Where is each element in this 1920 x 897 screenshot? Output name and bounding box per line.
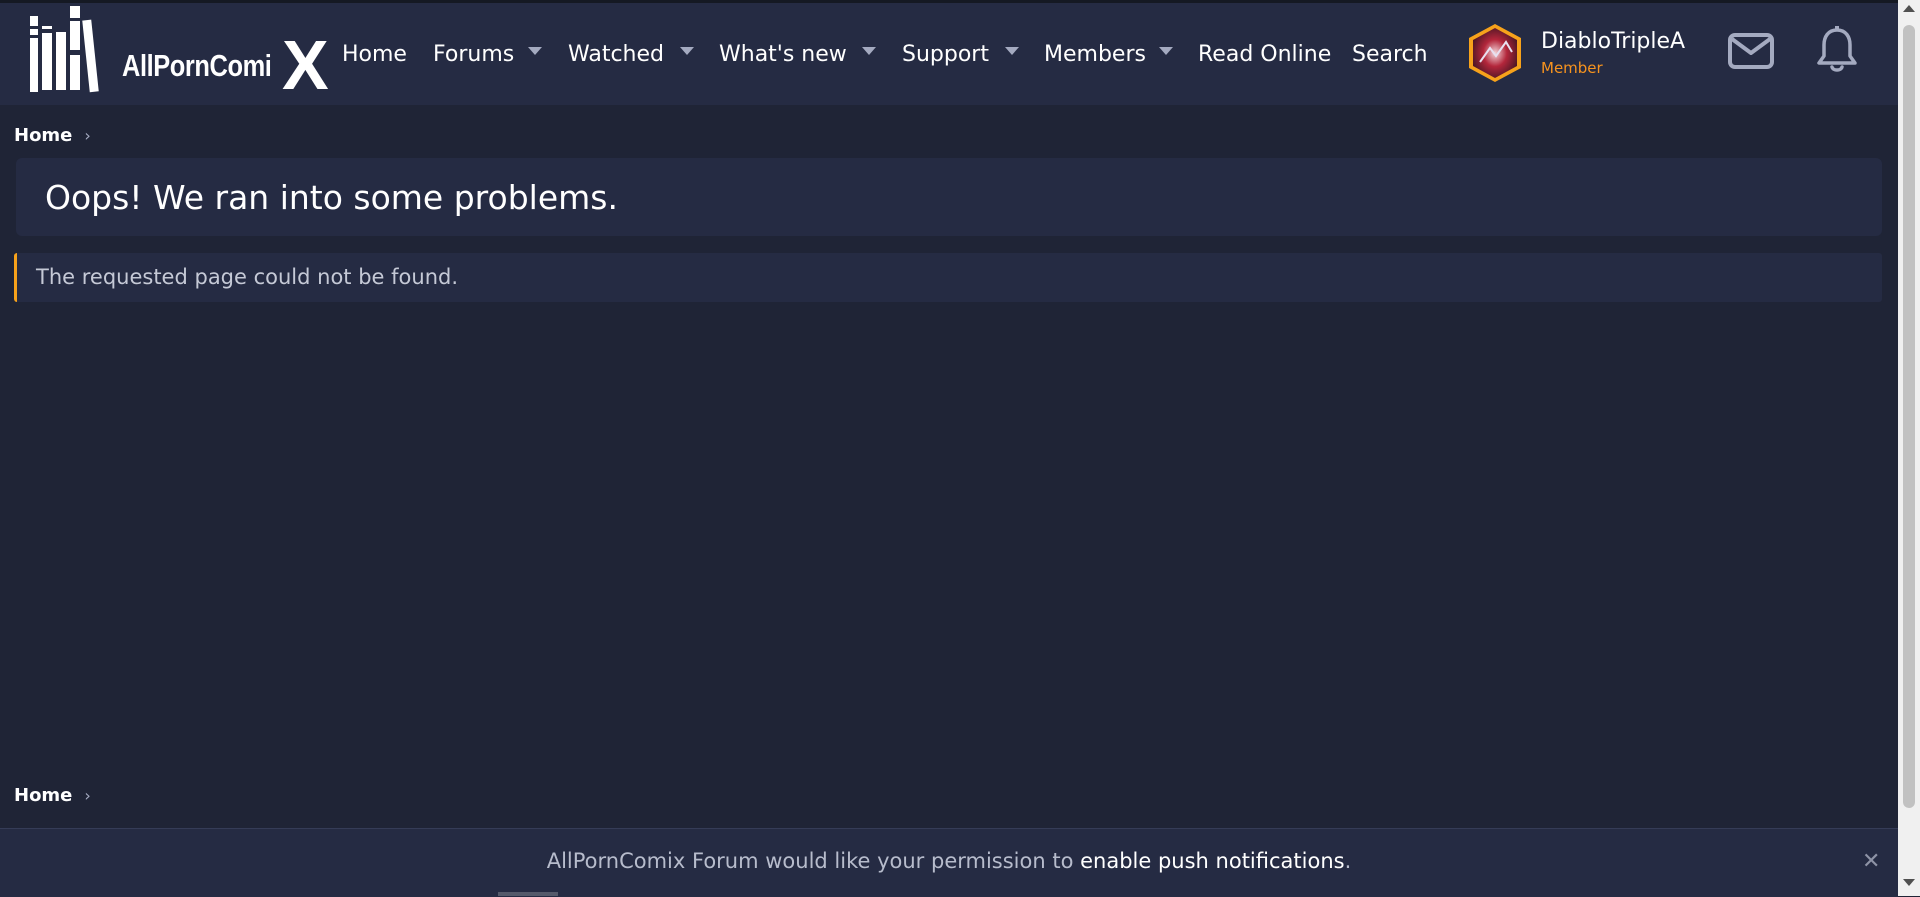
scroll-down-arrow-icon[interactable] bbox=[1903, 879, 1915, 886]
nav-support[interactable]: Support bbox=[902, 34, 989, 74]
nav-whats-new[interactable]: What's new bbox=[719, 34, 847, 74]
user-name[interactable]: DiabloTripleA bbox=[1541, 29, 1685, 54]
nav-watched[interactable]: Watched bbox=[568, 34, 664, 74]
watched-dropdown-caret-icon[interactable] bbox=[680, 47, 694, 55]
header-top-line bbox=[0, 0, 1898, 3]
enable-push-link[interactable]: enable push notifications bbox=[1080, 849, 1344, 873]
close-icon[interactable]: ✕ bbox=[1862, 849, 1880, 874]
vertical-scrollbar[interactable] bbox=[1898, 0, 1920, 896]
breadcrumb-home-link[interactable]: Home bbox=[14, 125, 72, 146]
breadcrumb-home-link-bottom[interactable]: Home bbox=[14, 785, 72, 806]
support-dropdown-caret-icon[interactable] bbox=[1005, 47, 1019, 55]
error-notice: The requested page could not be found. bbox=[14, 253, 1882, 302]
push-text-after: . bbox=[1344, 849, 1352, 873]
error-message: The requested page could not be found. bbox=[36, 265, 459, 289]
envelope-icon[interactable] bbox=[1727, 32, 1775, 70]
forums-dropdown-caret-icon[interactable] bbox=[528, 47, 542, 55]
scrollbar-thumb[interactable] bbox=[1903, 25, 1915, 808]
breadcrumb: Home › bbox=[14, 123, 91, 147]
nav-home[interactable]: Home bbox=[342, 34, 407, 74]
nav-read-online[interactable]: Read Online bbox=[1198, 34, 1331, 74]
page-title-block: Oops! We ran into some problems. bbox=[16, 158, 1882, 236]
scroll-up-arrow-icon[interactable] bbox=[1903, 5, 1915, 12]
bell-icon[interactable] bbox=[1815, 26, 1859, 74]
push-notification-banner: AllPornComix Forum would like your permi… bbox=[0, 828, 1898, 897]
site-logo[interactable]: AllPornComi X bbox=[28, 6, 329, 104]
nav-members[interactable]: Members bbox=[1044, 34, 1146, 74]
whats-new-dropdown-caret-icon[interactable] bbox=[862, 47, 876, 55]
logo-wordmark: AllPornComi bbox=[122, 48, 272, 83]
logo-x-letter: X bbox=[282, 26, 329, 104]
chevron-right-icon: › bbox=[84, 125, 91, 145]
horizontal-scroll-indicator bbox=[498, 892, 558, 896]
breadcrumb-bottom: Home › bbox=[14, 783, 91, 807]
header-bar: AllPornComi X Home Forums Watched What's… bbox=[0, 0, 1898, 105]
push-notification-text: AllPornComix Forum would like your permi… bbox=[0, 849, 1898, 873]
user-role: Member bbox=[1541, 59, 1603, 77]
nav-forums[interactable]: Forums bbox=[433, 34, 514, 74]
nav-search[interactable]: Search bbox=[1352, 34, 1428, 74]
chevron-right-icon: › bbox=[84, 785, 91, 805]
page-title: Oops! We ran into some problems. bbox=[45, 178, 618, 217]
push-text-before: AllPornComix Forum would like your permi… bbox=[546, 849, 1081, 873]
members-dropdown-caret-icon[interactable] bbox=[1159, 47, 1173, 55]
avatar[interactable] bbox=[1466, 22, 1524, 84]
